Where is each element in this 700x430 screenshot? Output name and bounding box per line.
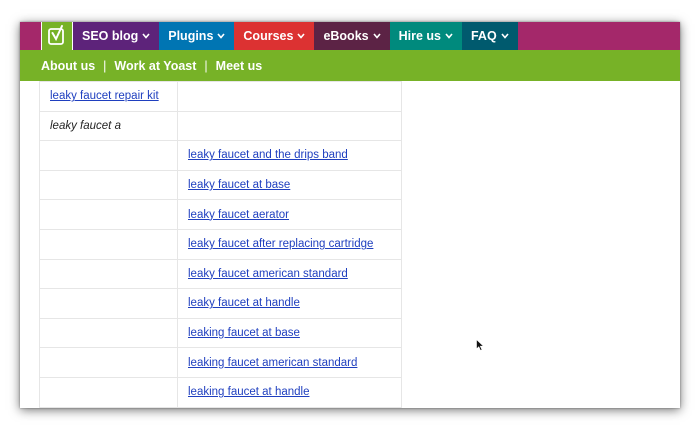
nav-faq[interactable]: FAQ [461, 22, 518, 50]
nav-ebooks[interactable]: eBooks [314, 22, 390, 50]
table-cell-col1 [39, 258, 178, 290]
table-cell-col1 [39, 347, 178, 378]
keyword-link[interactable]: leaky faucet at base [188, 179, 290, 191]
table-row: leaky faucet after replacing cartridge [39, 228, 402, 260]
subnav-separator: | [103, 58, 107, 73]
table-cell-col1 [39, 140, 178, 171]
nav-seo-blog[interactable]: SEO blog [73, 22, 160, 50]
table-cell-col1: leaky faucet repair kit [39, 81, 178, 112]
keyword-link[interactable]: leaking faucet american standard [188, 357, 357, 369]
yoast-logo-icon [48, 25, 64, 45]
table-cell-col2: leaking faucet at handle [177, 376, 402, 408]
keyword-text: leaky faucet a [50, 119, 121, 132]
nav-faq-label: FAQ [470, 29, 497, 43]
chevron-down-icon [217, 33, 226, 39]
table-row: leaky faucet american standard [39, 258, 402, 290]
table-cell-col2: leaky faucet at handle [177, 288, 402, 319]
table-cell-col2: leaky faucet aerator [177, 199, 402, 230]
table-row: leaking faucet at base [39, 317, 402, 349]
nav-courses-label: Courses [243, 29, 294, 43]
keyword-link[interactable]: leaky faucet at handle [188, 297, 300, 309]
keyword-link[interactable]: leaking faucet at base [188, 327, 300, 339]
chevron-down-icon [501, 33, 509, 39]
table-cell-col2: leaky faucet american standard [177, 258, 402, 290]
keyword-link[interactable]: leaky faucet repair kit [50, 90, 159, 102]
table-row: leaky faucet and the drips band [39, 140, 402, 171]
table-row: leaking faucet american standard [39, 347, 402, 378]
table-cell-col1: leaky faucet a [39, 110, 178, 142]
table-cell-col2: leaky faucet and the drips band [177, 140, 402, 171]
nav-ebooks-label: eBooks [323, 29, 369, 43]
chevron-down-icon [297, 33, 306, 39]
keyword-link[interactable]: leaky faucet after replacing cartridge [188, 238, 373, 250]
table-cell-col1 [39, 228, 178, 260]
nav-plugins[interactable]: Plugins [159, 22, 235, 50]
nav-seo-blog-label: SEO blog [82, 29, 139, 43]
table-row: leaky faucet repair kit [39, 81, 402, 112]
table-row: leaking faucet at handle [39, 376, 402, 408]
nav-plugins-label: Plugins [168, 29, 214, 43]
table-cell-col1 [39, 199, 178, 230]
top-navigation: SEO blog Plugins Courses eBooks Hire us … [20, 22, 680, 50]
table-cell-col1 [39, 376, 178, 408]
keyword-link[interactable]: leaky faucet american standard [188, 268, 348, 280]
keyword-link[interactable]: leaky faucet and the drips band [188, 149, 348, 161]
chevron-down-icon [445, 33, 453, 39]
yoast-logo[interactable] [41, 22, 73, 50]
table-row: leaky faucet a [39, 110, 402, 142]
table-row: leaky faucet at handle [39, 288, 402, 319]
subnav-separator: | [204, 58, 208, 73]
browser-window: SEO blog Plugins Courses eBooks Hire us … [20, 22, 680, 408]
keyword-link[interactable]: leaky faucet aerator [188, 209, 289, 221]
table-cell-col2: leaky faucet after replacing cartridge [177, 228, 402, 260]
keyword-table: leaky faucet repair kit leaky faucet a lea… [39, 81, 402, 408]
nav-hire-us[interactable]: Hire us [389, 22, 462, 50]
subnav-meet-us[interactable]: Meet us [216, 59, 263, 73]
table-cell-col2: leaky faucet at base [177, 169, 402, 201]
mouse-cursor-icon [476, 339, 484, 351]
page-content: leaky faucet repair kit leaky faucet a lea… [20, 81, 680, 408]
subnav-about-us[interactable]: About us [41, 59, 95, 73]
table-cell-col1 [39, 317, 178, 349]
sub-navigation: About us | Work at Yoast | Meet us [20, 50, 680, 81]
table-cell-col1 [39, 169, 178, 201]
subnav-work-at-yoast[interactable]: Work at Yoast [114, 59, 196, 73]
chevron-down-icon [142, 33, 150, 39]
nav-hire-us-label: Hire us [398, 29, 441, 43]
keyword-link[interactable]: leaking faucet at handle [188, 386, 309, 398]
nav-courses[interactable]: Courses [234, 22, 315, 50]
table-cell-col2 [177, 81, 402, 112]
table-row: leaky faucet at base [39, 169, 402, 201]
table-cell-col2: leaking faucet at base [177, 317, 402, 349]
table-cell-col2: leaking faucet american standard [177, 347, 402, 378]
chevron-down-icon [372, 33, 381, 39]
table-cell-col2 [177, 110, 402, 142]
table-cell-col1 [39, 288, 178, 319]
table-row: leaky faucet aerator [39, 199, 402, 230]
